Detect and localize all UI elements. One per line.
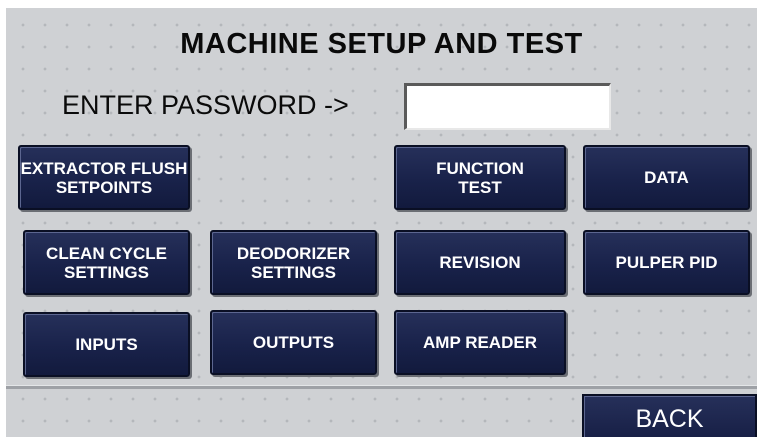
back-label: BACK (635, 404, 704, 433)
password-label: ENTER PASSWORD -> (62, 90, 349, 120)
amp-reader-button[interactable]: AMP READER (394, 310, 566, 375)
back-button[interactable]: BACK (582, 394, 757, 437)
function-test-label: FUNCTION TEST (436, 158, 524, 197)
outputs-button[interactable]: OUTPUTS (210, 310, 377, 375)
password-input[interactable] (404, 83, 611, 130)
pulper-pid-label: PULPER PID (615, 253, 718, 272)
data-label: DATA (644, 168, 689, 187)
revision-label: REVISION (439, 253, 521, 272)
extractor-flush-setpoints-label: EXTRACTOR FLUSH SETPOINTS (20, 158, 188, 197)
hmi-screen: MACHINE SETUP AND TEST ENTER PASSWORD ->… (6, 8, 757, 437)
deodorizer-settings-button[interactable]: DEODORIZER SETTINGS (210, 230, 377, 295)
deodorizer-settings-label: DEODORIZER SETTINGS (236, 243, 351, 282)
footer-divider (6, 385, 757, 389)
revision-button[interactable]: REVISION (394, 230, 566, 295)
outputs-label: OUTPUTS (252, 333, 335, 352)
amp-reader-label: AMP READER (423, 333, 537, 352)
function-test-button[interactable]: FUNCTION TEST (394, 145, 566, 210)
data-button[interactable]: DATA (583, 145, 750, 210)
clean-cycle-settings-button[interactable]: CLEAN CYCLE SETTINGS (23, 230, 190, 295)
extractor-flush-setpoints-button[interactable]: EXTRACTOR FLUSH SETPOINTS (18, 145, 190, 210)
inputs-label: INPUTS (75, 335, 138, 354)
inputs-button[interactable]: INPUTS (23, 312, 190, 377)
clean-cycle-settings-label: CLEAN CYCLE SETTINGS (46, 243, 167, 282)
page-title: MACHINE SETUP AND TEST (180, 28, 583, 60)
pulper-pid-button[interactable]: PULPER PID (583, 230, 750, 295)
